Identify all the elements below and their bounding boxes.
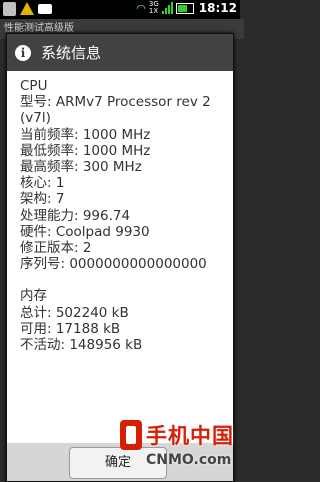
- info-icon: i: [15, 44, 31, 61]
- cpu-cores: 核心: 1: [20, 175, 65, 192]
- memory-inactive: 不活动: 148956 kB: [20, 337, 143, 354]
- system-info-dialog: i 系统信息 CPU 型号: ARMv7 Processor rev 2 (v7…: [6, 33, 234, 482]
- cpu-heading: CPU: [20, 78, 48, 94]
- watermark-brand-en: CNMO.com: [146, 452, 232, 468]
- wifi-icon: ◠: [136, 1, 146, 15]
- phone-logo-icon: [120, 420, 142, 450]
- signal-icon: [161, 2, 173, 14]
- status-time: 18:12: [198, 1, 237, 15]
- cpu-current-freq: 当前频率: 1000 MHz: [20, 126, 151, 143]
- cpu-hardware: 硬件: Coolpad 9930: [20, 223, 150, 240]
- watermark-brand-cn: 手机中国: [146, 424, 234, 448]
- dialog-header: i 系统信息: [7, 34, 233, 71]
- memory-free: 可用: 17188 kB: [20, 320, 121, 337]
- cpu-serial: 序列号: 0000000000000000: [20, 256, 207, 273]
- email-icon: [38, 4, 52, 14]
- cpu-min-freq: 最低频率: 1000 MHz: [20, 142, 151, 159]
- cpu-max-freq: 最高频率: 300 MHz: [20, 159, 142, 176]
- dialog-title: 系统信息: [41, 44, 102, 62]
- memory-total: 总计: 502240 kB: [20, 304, 129, 321]
- cpu-revision: 修正版本: 2: [20, 240, 92, 257]
- watermark-brand: 手机中国: [120, 420, 234, 450]
- cpu-architecture: 架构: 7: [20, 191, 65, 208]
- usb-icon: [3, 2, 16, 16]
- memory-heading: 内存: [20, 288, 47, 305]
- battery-icon: [175, 2, 194, 14]
- dialog-body[interactable]: CPU 型号: ARMv7 Processor rev 2 (v7l) 当前频率…: [7, 71, 233, 353]
- cnmo-watermark: 手机中国 CNMO.com: [110, 418, 238, 478]
- cpu-model: 型号: ARMv7 Processor rev 2 (v7l): [20, 94, 211, 127]
- cpu-bogomips: 处理能力: 996.74: [20, 207, 131, 224]
- status-bar: ◠ 3G 1X 18:12: [0, 0, 240, 19]
- network-type: 3G 1X: [148, 0, 159, 15]
- warning-icon: [20, 2, 34, 15]
